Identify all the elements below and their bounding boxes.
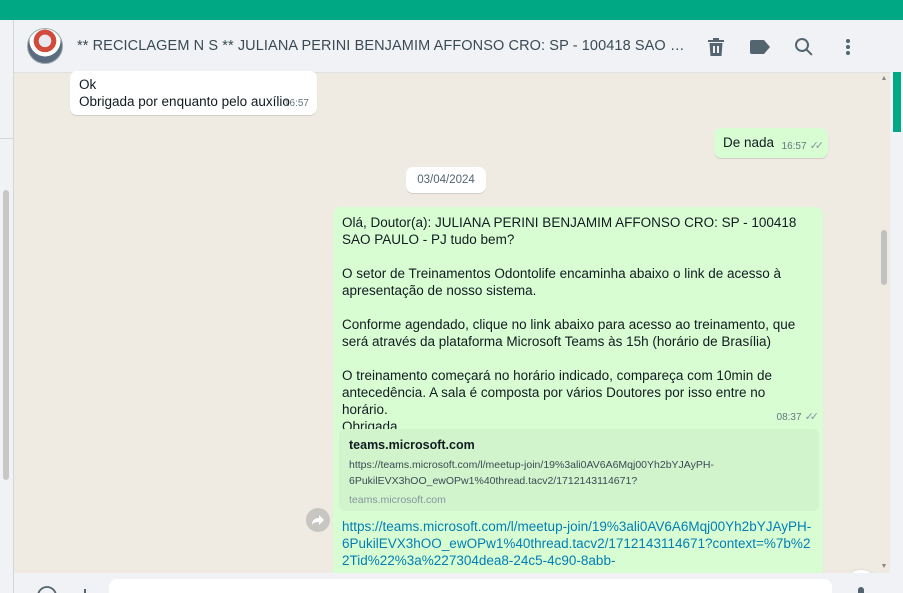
message-time: 16:57 ✓✓ — [781, 138, 825, 155]
chat-header[interactable]: ** RECICLAGEM N S ** JULIANA PERINI BENJ… — [14, 20, 890, 73]
message-time: 08:37 ✓✓ — [776, 409, 820, 426]
link-preview[interactable]: teams.microsoft.com https://teams.micros… — [339, 429, 819, 511]
scroll-up-arrow-icon[interactable]: ▲ — [880, 75, 888, 83]
message-scrollbar[interactable]: ▲ ▼ — [878, 73, 890, 573]
chat-list-edge — [0, 20, 14, 593]
conversation-panel: ** RECICLAGEM N S ** JULIANA PERINI BENJ… — [14, 20, 890, 593]
message-paragraph: Conforme agendado, clique no link abaixo… — [342, 317, 796, 349]
divider — [0, 138, 14, 139]
microphone-icon[interactable] — [850, 585, 872, 593]
app-top-bar — [0, 0, 903, 20]
scrollbar-thumb[interactable] — [881, 230, 887, 285]
message-paragraph: O treinamento começará no horário indica… — [342, 368, 772, 417]
outgoing-message-training[interactable]: Olá, Doutor(a): JULIANA PERINI BENJAMIM … — [333, 207, 823, 587]
chat-list-scrollbar[interactable] — [3, 190, 9, 480]
message-composer — [14, 573, 890, 593]
header-actions — [694, 20, 870, 73]
forward-icon[interactable] — [306, 508, 330, 532]
message-text: Obrigada por enquanto pelo auxílio — [79, 94, 290, 109]
menu-icon[interactable] — [826, 20, 870, 73]
meeting-link[interactable]: https://teams.microsoft.com/l/meetup-joi… — [342, 518, 812, 569]
message-body: Olá, Doutor(a): JULIANA PERINI BENJAMIM … — [342, 214, 812, 435]
outgoing-message[interactable]: De nada 16:57 ✓✓ — [714, 128, 828, 158]
preview-url: https://teams.microsoft.com/l/meetup-joi… — [349, 459, 714, 487]
time-text: 16:57 — [781, 141, 807, 152]
preview-domain: teams.microsoft.com — [349, 494, 446, 506]
read-receipt-icon: ✓✓ — [809, 140, 825, 152]
time-text: 08:37 — [776, 412, 802, 423]
search-icon[interactable] — [782, 20, 826, 73]
read-receipt-icon: ✓✓ — [804, 411, 820, 423]
incoming-message[interactable]: Ok Obrigada por enquanto pelo auxílio 16… — [70, 71, 317, 115]
message-text: Ok — [79, 77, 97, 92]
message-paragraph: O setor de Treinamentos Odontolife encam… — [342, 266, 782, 298]
delete-icon[interactable] — [694, 20, 738, 73]
message-time: 16:57 — [284, 95, 309, 112]
message-input[interactable] — [109, 579, 832, 593]
label-icon[interactable] — [738, 20, 782, 73]
window-right-edge — [890, 20, 903, 593]
message-paragraph: Olá, Doutor(a): JULIANA PERINI BENJAMIM … — [342, 215, 797, 247]
attach-icon[interactable] — [74, 585, 96, 593]
emoji-icon[interactable] — [36, 585, 58, 593]
contact-avatar[interactable] — [27, 28, 63, 64]
preview-title: teams.microsoft.com — [349, 438, 475, 452]
accent-bar — [893, 72, 901, 132]
message-list[interactable]: Ok Obrigada por enquanto pelo auxílio 16… — [14, 71, 890, 593]
chat-title[interactable]: ** RECICLAGEM N S ** JULIANA PERINI BENJ… — [77, 38, 687, 54]
date-separator: 03/04/2024 — [406, 167, 486, 193]
scroll-down-arrow-icon[interactable]: ▼ — [880, 563, 888, 571]
time-text: 16:57 — [283, 98, 309, 109]
